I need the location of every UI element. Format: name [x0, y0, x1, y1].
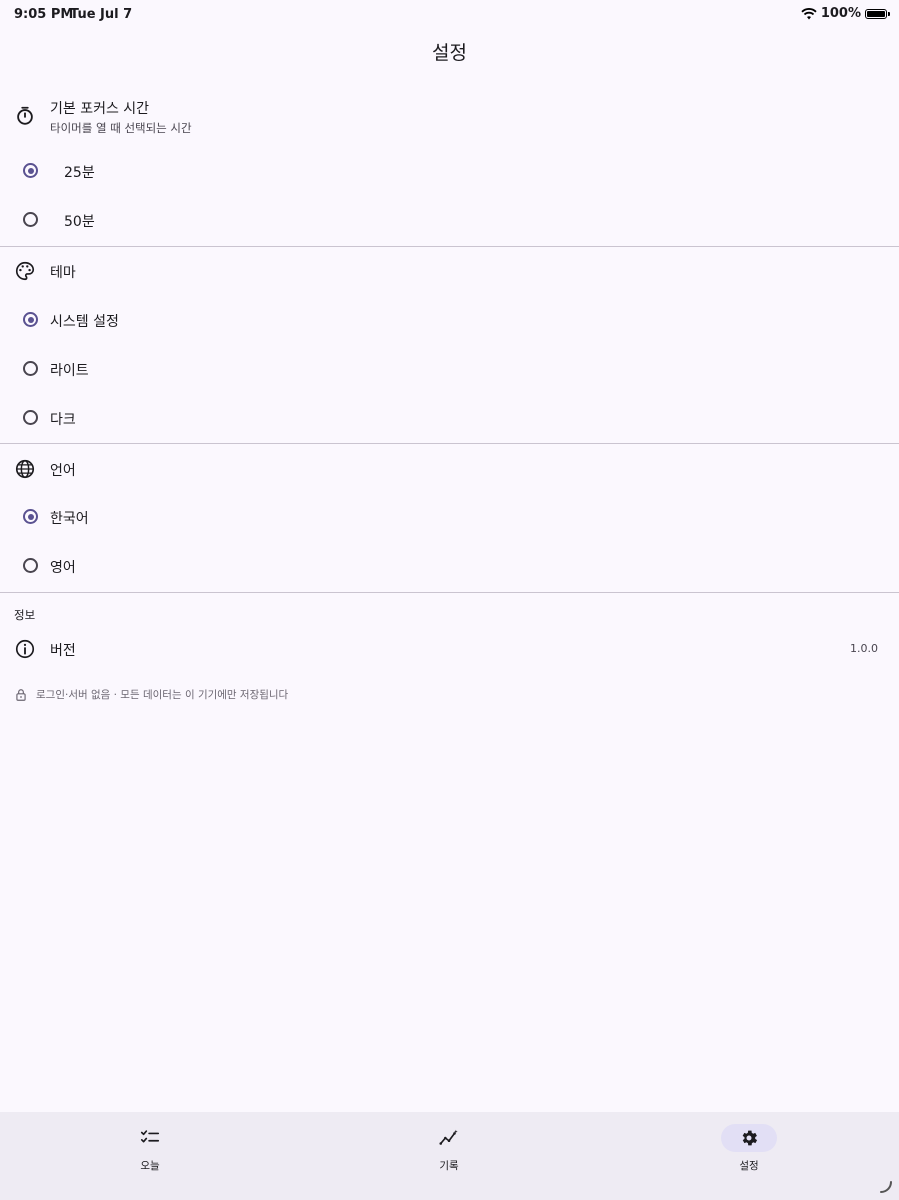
radio-label: 시스템 설정 — [50, 314, 119, 330]
version-value: 1.0.0 — [850, 642, 878, 655]
radio-button[interactable] — [23, 558, 38, 573]
focus-time-subtitle: 타이머를 열 때 선택되는 시간 — [50, 121, 192, 135]
nav-pill — [421, 1124, 477, 1152]
radio-label: 다크 — [50, 412, 76, 428]
radio-button[interactable] — [23, 361, 38, 376]
radio-label: 한국어 — [50, 511, 89, 527]
radio-label: 50분 — [64, 214, 95, 230]
language-label: 언어 — [50, 463, 76, 479]
theme-label: 테마 — [50, 265, 76, 281]
radio-button-checked[interactable] — [23, 509, 38, 524]
radio-option-25min[interactable]: 25분 — [0, 150, 899, 194]
privacy-notice: 로그인·서버 없음 · 모든 데이터는 이 기기에만 저장됩니다 — [14, 687, 288, 702]
nav-label-settings: 설정 — [739, 1160, 759, 1172]
gear-icon — [742, 1130, 758, 1146]
nav-pill — [122, 1124, 178, 1152]
radio-option-light[interactable]: 라이트 — [0, 348, 899, 392]
wifi-icon — [801, 7, 817, 19]
radio-button-checked[interactable] — [23, 163, 38, 178]
radio-label: 라이트 — [50, 363, 89, 379]
resize-handle-icon — [880, 1181, 892, 1193]
radio-label: 영어 — [50, 560, 76, 576]
status-bar: 9:05 PM Tue Jul 7 100% — [0, 0, 899, 28]
checklist-icon — [140, 1130, 160, 1143]
language-header: 언어 — [0, 456, 899, 482]
nav-item-today[interactable]: 오늘 — [90, 1124, 210, 1184]
divider — [0, 443, 899, 444]
nav-label-records: 기록 — [439, 1160, 459, 1172]
radio-option-dark[interactable]: 다크 — [0, 397, 899, 441]
radio-button[interactable] — [23, 410, 38, 425]
info-icon — [15, 639, 35, 659]
privacy-notice-text: 로그인·서버 없음 · 모든 데이터는 이 기기에만 저장됩니다 — [36, 689, 289, 701]
nav-item-settings[interactable]: 설정 — [689, 1124, 809, 1184]
radio-option-50min[interactable]: 50분 — [0, 199, 899, 243]
radio-button-checked[interactable] — [23, 312, 38, 327]
bottom-navigation: 오늘 기록 설정 — [0, 1112, 899, 1200]
insights-icon — [439, 1129, 458, 1145]
palette-icon — [16, 261, 35, 281]
page-title: 설정 — [432, 42, 467, 64]
radio-option-system[interactable]: 시스템 설정 — [0, 299, 899, 343]
nav-label-today: 오늘 — [140, 1160, 160, 1172]
battery-percent: 100% — [820, 6, 861, 21]
divider — [0, 246, 899, 247]
status-right: 100% — [801, 6, 890, 21]
divider — [0, 592, 899, 593]
version-label: 버전 — [50, 643, 76, 659]
globe-icon — [15, 459, 35, 479]
lock-icon — [16, 688, 26, 701]
focus-time-label: 기본 포커스 시간 — [50, 101, 150, 117]
status-time: 9:05 PM — [14, 7, 74, 22]
info-section-header: 정보 — [14, 608, 36, 622]
theme-header: 테마 — [0, 258, 899, 284]
focus-time-header: 기본 포커스 시간 타이머를 열 때 선택되는 시간 — [0, 96, 899, 140]
nav-item-records[interactable]: 기록 — [389, 1124, 509, 1184]
nav-pill-active — [721, 1124, 777, 1152]
status-date: Tue Jul 7 — [70, 7, 133, 22]
radio-button[interactable] — [23, 212, 38, 227]
radio-option-korean[interactable]: 한국어 — [0, 496, 899, 540]
timer-icon — [17, 106, 33, 125]
version-row: 버전 1.0.0 — [0, 636, 899, 662]
radio-option-english[interactable]: 영어 — [0, 545, 899, 589]
radio-label: 25분 — [64, 165, 95, 181]
battery-icon — [865, 8, 890, 19]
